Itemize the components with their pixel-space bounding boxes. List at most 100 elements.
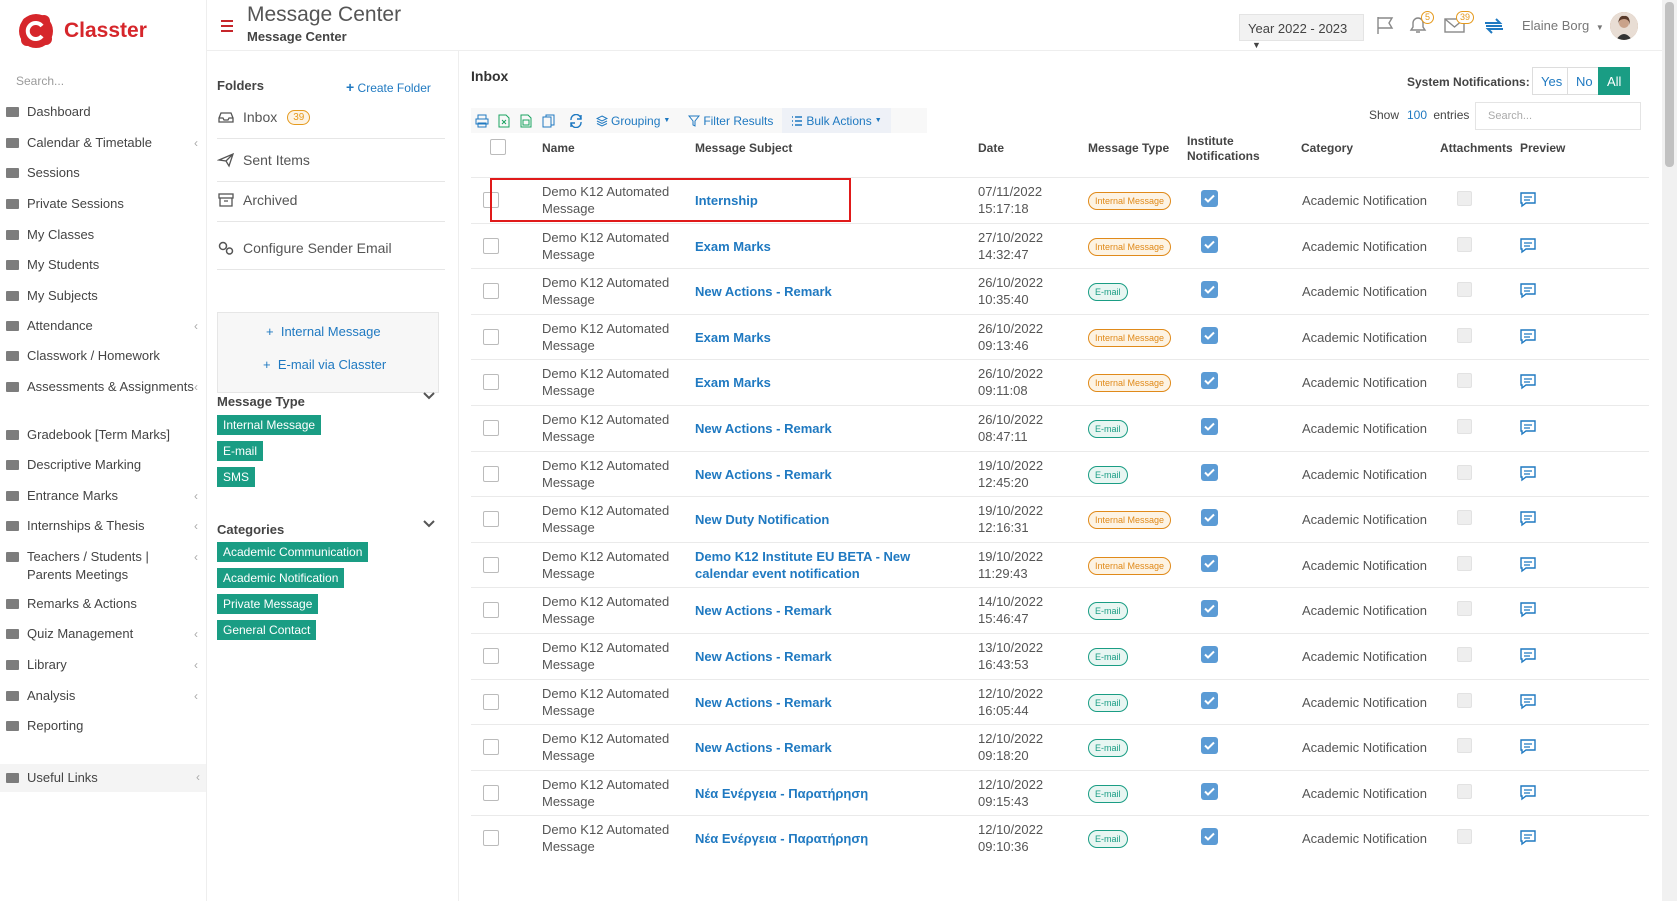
column-header-category[interactable]: Category	[1301, 141, 1353, 156]
message-subject-link[interactable]: New Actions - Remark	[695, 602, 965, 619]
export-pdf-icon[interactable]	[493, 108, 515, 133]
filter-tag-email[interactable]: E-mail	[217, 441, 264, 461]
sidebar-item-my-subjects[interactable]: My Subjects	[4, 287, 204, 305]
new-email-button[interactable]: + E-mail via Classter	[263, 357, 386, 372]
preview-message-icon[interactable]	[1519, 738, 1537, 755]
sidebar-item-assessments-assignments[interactable]: Assessments & Assignments ‹	[4, 378, 204, 396]
avatar[interactable]	[1610, 12, 1638, 40]
row-checkbox[interactable]	[483, 237, 499, 254]
institute-notification-checkbox[interactable]	[1201, 509, 1218, 527]
message-subject-link[interactable]: New Actions - Remark	[695, 466, 965, 483]
preview-message-icon[interactable]	[1519, 237, 1537, 254]
institute-notification-checkbox[interactable]	[1201, 235, 1218, 253]
preview-message-icon[interactable]	[1519, 647, 1537, 664]
table-row[interactable]: Demo K12 Automated Message Exam Marks 26/1…	[471, 359, 1649, 405]
row-checkbox[interactable]	[483, 693, 499, 710]
message-subject-link[interactable]: New Actions - Remark	[695, 420, 965, 437]
preview-message-icon[interactable]	[1519, 693, 1537, 710]
sidebar-item-calendar-timetable[interactable]: Calendar & Timetable ‹	[4, 134, 204, 152]
table-row[interactable]: Demo K12 Automated Message Νέα Ενέργεια -…	[471, 769, 1649, 816]
new-internal-message-button[interactable]: + Internal Message	[266, 324, 381, 339]
vertical-scrollbar[interactable]	[1662, 0, 1677, 901]
sidebar-item-useful-links[interactable]: Useful Links ‹	[0, 764, 206, 792]
table-row[interactable]: Demo K12 Automated Message New Actions - …	[471, 724, 1649, 770]
table-row[interactable]: Demo K12 Automated Message New Actions - …	[471, 587, 1649, 633]
row-checkbox[interactable]	[483, 374, 499, 391]
classter-logo[interactable]: Classter	[16, 8, 206, 54]
row-checkbox[interactable]	[483, 419, 499, 436]
system-notifications-no[interactable]: No	[1567, 67, 1602, 95]
table-row[interactable]: Demo K12 Automated Message New Actions - …	[471, 268, 1649, 314]
preview-message-icon[interactable]	[1519, 328, 1537, 345]
folder-sent-items[interactable]: Sent Items	[217, 139, 445, 182]
message-subject-link[interactable]: Exam Marks	[695, 329, 965, 346]
sidebar-item-remarks-actions[interactable]: Remarks & Actions	[4, 595, 204, 613]
sidebar-item-sessions[interactable]: Sessions	[4, 164, 204, 182]
row-checkbox[interactable]	[483, 602, 499, 619]
institute-notification-checkbox[interactable]	[1201, 190, 1218, 207]
institute-notification-checkbox[interactable]	[1201, 554, 1218, 572]
institute-notification-checkbox[interactable]	[1201, 600, 1218, 618]
preview-message-icon[interactable]	[1519, 282, 1537, 299]
message-subject-link[interactable]: Νέα Ενέργεια - Παρατήρηση	[695, 830, 965, 847]
row-checkbox[interactable]	[483, 784, 499, 801]
filter-tag-academic-notification[interactable]: Academic Notification	[217, 568, 345, 588]
column-header-institute-notifications[interactable]: Institute Notifications	[1187, 134, 1267, 164]
institute-notification-checkbox[interactable]	[1201, 691, 1218, 709]
row-checkbox[interactable]	[483, 556, 499, 573]
message-subject-link[interactable]: New Actions - Remark	[695, 283, 965, 300]
table-row[interactable]: Demo K12 Automated Message New Actions - …	[471, 632, 1649, 679]
institute-notification-checkbox[interactable]	[1201, 417, 1218, 435]
sidebar-item-reporting[interactable]: Reporting	[4, 717, 204, 735]
user-menu[interactable]: Elaine Borg ▼	[1522, 18, 1604, 33]
select-all-checkbox[interactable]	[490, 139, 506, 155]
message-subject-link[interactable]: New Actions - Remark	[695, 739, 965, 756]
preview-message-icon[interactable]	[1519, 191, 1537, 208]
copy-icon[interactable]	[537, 108, 559, 133]
preview-message-icon[interactable]	[1519, 419, 1537, 436]
row-checkbox[interactable]	[483, 739, 499, 756]
column-header-attachments[interactable]: Attachments	[1440, 141, 1513, 156]
message-subject-link[interactable]: New Actions - Remark	[695, 648, 965, 665]
message-subject-link[interactable]: Exam Marks	[695, 238, 965, 255]
table-row[interactable]: Demo K12 Automated Message New Actions - …	[471, 678, 1649, 725]
system-notifications-yes[interactable]: Yes	[1532, 67, 1572, 95]
row-checkbox[interactable]	[483, 328, 499, 345]
sidebar-item-dashboard[interactable]: Dashboard	[4, 103, 204, 121]
institute-notification-checkbox[interactable]	[1201, 326, 1218, 344]
flag-icon[interactable]	[1375, 15, 1397, 35]
sidebar-item-teachers-students-parents-meetings[interactable]: Teachers / Students | Parents Meetings ‹	[4, 548, 204, 584]
preview-message-icon[interactable]	[1519, 373, 1537, 390]
sidebar-item-entrance-marks[interactable]: Entrance Marks ‹	[4, 487, 204, 505]
print-icon[interactable]	[471, 108, 493, 133]
folder-inbox[interactable]: Inbox 39	[217, 96, 445, 139]
grouping-button[interactable]: Grouping ▼	[587, 108, 679, 133]
row-checkbox[interactable]	[483, 283, 499, 300]
filter-results-button[interactable]: Filter Results	[679, 108, 782, 133]
preview-message-icon[interactable]	[1519, 556, 1537, 573]
preview-message-icon[interactable]	[1519, 601, 1537, 618]
message-subject-link[interactable]: Demo K12 Institute EU BETA - New calenda…	[695, 548, 965, 582]
message-subject-link[interactable]: New Actions - Remark	[695, 694, 965, 711]
institute-notification-checkbox[interactable]	[1201, 828, 1218, 846]
hamburger-menu-icon[interactable]	[221, 20, 233, 32]
filter-tag-academic-communication[interactable]: Academic Communication	[217, 542, 369, 562]
table-search-input[interactable]: Search...	[1475, 102, 1641, 130]
table-row[interactable]: Demo K12 Automated Message New Actions - …	[471, 404, 1649, 451]
institute-notification-checkbox[interactable]	[1201, 737, 1218, 755]
sync-apps-icon[interactable]	[1482, 15, 1506, 37]
refresh-icon[interactable]	[565, 108, 587, 133]
table-row[interactable]: Demo K12 Automated Message Νέα Ενέργεια -…	[471, 815, 1649, 861]
preview-message-icon[interactable]	[1519, 829, 1537, 846]
column-header-preview[interactable]: Preview	[1520, 141, 1565, 156]
filter-tag-private-message[interactable]: Private Message	[217, 594, 319, 614]
preview-message-icon[interactable]	[1519, 465, 1537, 482]
column-header-message-type[interactable]: Message Type	[1088, 141, 1169, 156]
sidebar-item-descriptive-marking[interactable]: Descriptive Marking	[4, 456, 204, 474]
preview-message-icon[interactable]	[1519, 510, 1537, 527]
institute-notification-checkbox[interactable]	[1201, 372, 1218, 390]
row-checkbox[interactable]	[483, 465, 499, 482]
institute-notification-checkbox[interactable]	[1201, 645, 1218, 663]
year-selector[interactable]: Year 2022 - 2023 ▼	[1239, 14, 1364, 50]
sidebar-item-library[interactable]: Library ‹	[4, 656, 204, 674]
